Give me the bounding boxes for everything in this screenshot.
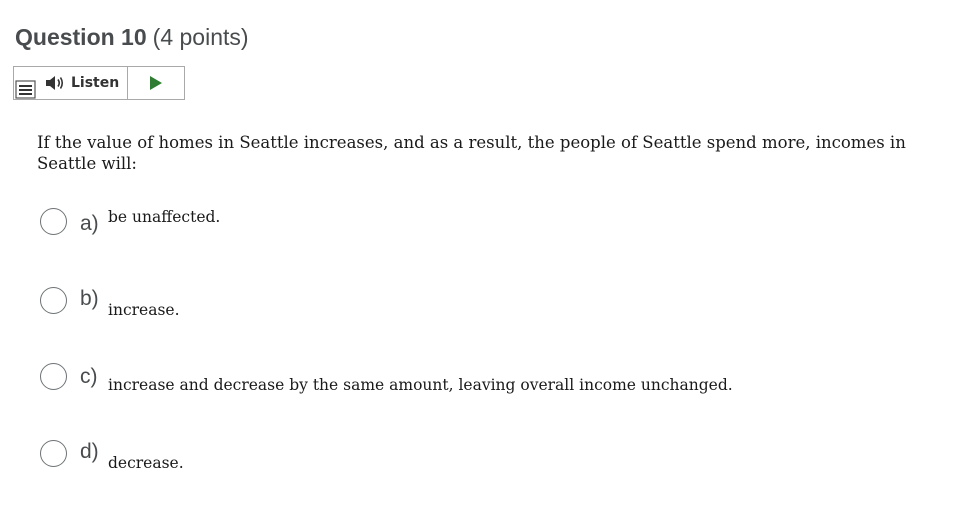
radio-button-c[interactable] bbox=[40, 363, 67, 390]
option-letter-a: a) bbox=[80, 212, 99, 235]
question-number: Question 10 bbox=[15, 24, 147, 50]
option-letter-d: d) bbox=[80, 440, 99, 463]
option-text-a: be unaffected. bbox=[108, 208, 221, 226]
option-text-b: increase. bbox=[108, 301, 180, 319]
answer-option-a[interactable]: a) be unaffected. bbox=[40, 208, 840, 238]
listen-label: Listen bbox=[71, 75, 120, 91]
speaker-icon bbox=[46, 76, 64, 90]
option-text-c: increase and decrease by the same amount… bbox=[108, 376, 733, 394]
option-text-d: decrease. bbox=[108, 454, 184, 472]
answer-option-d[interactable]: d) decrease. bbox=[40, 440, 840, 472]
listen-toolbar: Listen bbox=[13, 66, 185, 100]
option-letter-b: b) bbox=[80, 287, 99, 310]
play-button[interactable] bbox=[128, 67, 184, 99]
radio-button-d[interactable] bbox=[40, 440, 67, 467]
radio-button-b[interactable] bbox=[40, 287, 67, 314]
listen-button[interactable]: Listen bbox=[40, 67, 129, 99]
question-text: If the value of homes in Seattle increas… bbox=[37, 133, 906, 173]
answer-option-b[interactable]: b) increase. bbox=[40, 287, 840, 319]
question-points: (4 points) bbox=[152, 24, 249, 50]
radio-button-a[interactable] bbox=[40, 208, 67, 235]
option-letter-c: c) bbox=[80, 365, 98, 388]
menu-icon bbox=[15, 80, 36, 99]
play-icon bbox=[150, 76, 163, 90]
question-heading: Question 10 (4 points) bbox=[15, 24, 249, 51]
answer-option-c[interactable]: c) increase and decrease by the same amo… bbox=[40, 363, 840, 394]
listen-menu-button[interactable] bbox=[14, 67, 40, 99]
